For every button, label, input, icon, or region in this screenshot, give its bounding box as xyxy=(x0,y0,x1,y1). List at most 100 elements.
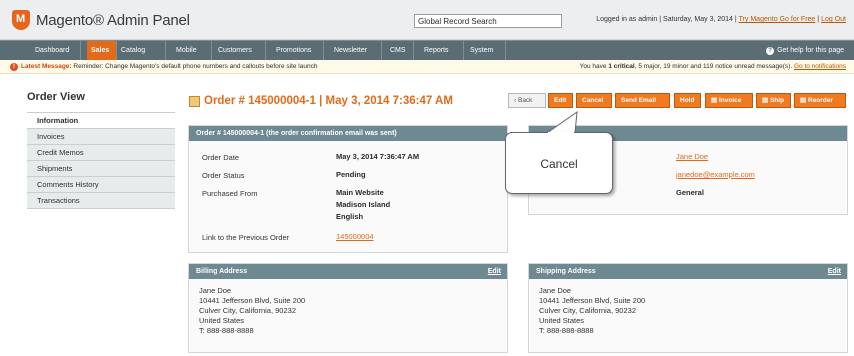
message-text: Reminder: Change Magento's default phone… xyxy=(73,63,318,70)
order-icon xyxy=(189,95,200,107)
nav-sales[interactable]: Sales xyxy=(87,41,117,60)
sidebar-item-transactions[interactable]: Transactions xyxy=(27,193,175,209)
billing-address-box: Billing Address Edit Jane Doe 10441 Jeff… xyxy=(188,263,508,353)
nav-promotions[interactable]: Promotions xyxy=(272,41,324,60)
magento-logo-icon xyxy=(12,10,30,30)
sidebar-title: Order View xyxy=(27,91,175,113)
reorder-button[interactable]: ▤ Reorder xyxy=(794,93,846,108)
billing-phone: T: 888-888-8888 xyxy=(199,326,254,335)
reorder-icon: ▤ xyxy=(800,97,808,104)
help-text: Get help for this page xyxy=(777,47,844,54)
cancel-callout: Cancel xyxy=(505,132,613,194)
nav-reports[interactable]: Reports xyxy=(420,41,464,60)
help-icon: ? xyxy=(766,47,775,55)
back-label: Back xyxy=(517,97,533,104)
shipping-name: Jane Doe xyxy=(539,286,572,295)
shipping-country: United States xyxy=(539,316,585,325)
billing-city: Culver City, California, 90232 xyxy=(199,306,296,315)
go-to-notifications-link[interactable]: Go to notifications xyxy=(794,63,846,70)
edit-button[interactable]: Edit xyxy=(548,93,573,108)
billing-edit-link[interactable]: Edit xyxy=(488,264,501,279)
ship-button[interactable]: ▤ Ship xyxy=(756,93,791,108)
try-magento-link[interactable]: Try Magento Go for Free xyxy=(739,16,816,23)
message-label: Latest Message: xyxy=(21,63,72,70)
system-message-bar: ! Latest Message: Reminder: Change Magent… xyxy=(0,60,854,74)
shipping-address-lines: Jane Doe 10441 Jefferson Blvd, Suite 200… xyxy=(539,286,645,336)
magento-logo[interactable]: Magento® Admin Panel xyxy=(12,10,190,30)
sidebar-item-shipments[interactable]: Shipments xyxy=(27,161,175,177)
purchased-from-website: Main Website xyxy=(336,188,384,197)
sidebar-item-invoices[interactable]: Invoices xyxy=(27,129,175,145)
customer-email-link[interactable]: janedoe@example.com xyxy=(676,170,755,179)
nav-mobile[interactable]: Mobile xyxy=(172,41,212,60)
ship-icon: ▤ xyxy=(762,97,770,104)
main-nav: Dashboard Sales Catalog Mobile Customers… xyxy=(0,40,854,60)
purchased-from-label: Purchased From xyxy=(202,189,258,198)
logo-text: Magento® Admin Panel xyxy=(36,11,190,29)
nav-system[interactable]: System xyxy=(466,41,506,60)
purchased-from-store: Madison Island xyxy=(336,200,391,209)
header-account-info: Logged in as admin | Saturday, May 3, 20… xyxy=(596,16,846,23)
previous-order-label: Link to the Previous Order xyxy=(202,233,290,242)
global-record-search-input[interactable]: Global Record Search xyxy=(414,14,562,28)
shipping-phone: T: 888-888-8888 xyxy=(539,326,594,335)
billing-street: 10441 Jefferson Blvd, Suite 200 xyxy=(199,296,306,305)
shipping-address-box: Shipping Address Edit Jane Doe 10441 Jef… xyxy=(528,263,848,353)
hold-button[interactable]: Hold xyxy=(674,93,701,108)
nav-dashboard[interactable]: Dashboard xyxy=(31,41,81,60)
page-title-text: Order # 145000004-1 | May 3, 2014 7:36:4… xyxy=(204,95,453,107)
latest-message: ! Latest Message: Reminder: Change Magent… xyxy=(10,60,317,74)
order-status-label: Order Status xyxy=(202,171,245,180)
shipping-edit-link[interactable]: Edit xyxy=(828,264,841,279)
billing-address-lines: Jane Doe 10441 Jefferson Blvd, Suite 200… xyxy=(199,286,305,336)
invoice-button[interactable]: ▤ Invoice xyxy=(705,93,753,108)
invoice-label: Invoice xyxy=(718,97,742,104)
sidebar-item-comments-history[interactable]: Comments History xyxy=(27,177,175,193)
nav-newsletter[interactable]: Newsletter xyxy=(330,41,382,60)
nav-cms[interactable]: CMS xyxy=(386,41,414,60)
order-info-header: Order # 145000004-1 (the order confirmat… xyxy=(189,126,507,141)
header: Magento® Admin Panel Global Record Searc… xyxy=(0,0,854,40)
logout-link[interactable]: Log Out xyxy=(821,16,846,23)
current-date: Saturday, May 3, 2014 xyxy=(663,16,733,23)
notification-summary: You have 1 critical, 5 major, 19 minor a… xyxy=(580,60,846,74)
notification-prefix: You have xyxy=(579,63,607,70)
shipping-street: 10441 Jefferson Blvd, Suite 200 xyxy=(539,296,646,305)
alert-icon: ! xyxy=(10,63,18,71)
purchased-from-view: English xyxy=(336,212,364,221)
shipping-address-header: Shipping Address Edit xyxy=(529,264,847,279)
billing-name: Jane Doe xyxy=(199,286,232,295)
sidebar-item-information[interactable]: Information xyxy=(27,113,175,129)
separator: | xyxy=(659,16,662,23)
send-email-button[interactable]: Send Email xyxy=(615,93,670,108)
shipping-city: Culver City, California, 90232 xyxy=(539,306,636,315)
cancel-button[interactable]: Cancel xyxy=(576,93,612,108)
separator: | xyxy=(734,16,737,23)
callout-text: Cancel xyxy=(540,157,578,171)
shipping-address-title: Shipping Address xyxy=(536,268,596,275)
order-view-sidebar: Order View Information Invoices Credit M… xyxy=(27,91,175,209)
order-info-box: Order # 145000004-1 (the order confirmat… xyxy=(188,125,508,253)
help-link[interactable]: ? Get help for this page xyxy=(766,41,844,60)
previous-order-link[interactable]: 145000004 xyxy=(336,232,374,241)
sidebar-item-credit-memos[interactable]: Credit Memos xyxy=(27,145,175,161)
critical-count: 1 critical xyxy=(608,63,635,70)
billing-country: United States xyxy=(199,316,245,325)
billing-address-title: Billing Address xyxy=(196,268,248,275)
nav-customers[interactable]: Customers xyxy=(214,41,266,60)
customer-name-link[interactable]: Jane Doe xyxy=(676,152,708,161)
order-status-value: Pending xyxy=(336,170,366,179)
order-date-value: May 3, 2014 7:36:47 AM xyxy=(336,152,420,161)
page-title: Order # 145000004-1 | May 3, 2014 7:36:4… xyxy=(189,95,453,107)
invoice-icon: ▤ xyxy=(711,97,719,104)
customer-group-value: General xyxy=(676,188,704,197)
separator: | xyxy=(817,16,820,23)
reorder-label: Reorder xyxy=(807,97,833,104)
order-date-label: Order Date xyxy=(202,153,240,162)
nav-catalog[interactable]: Catalog xyxy=(117,41,166,60)
back-button[interactable]: ‹ Back xyxy=(508,93,546,108)
billing-address-header: Billing Address Edit xyxy=(189,264,507,279)
ship-label: Ship xyxy=(769,97,785,104)
logged-in-text: Logged in as admin xyxy=(596,16,658,23)
notification-counts: , 5 major, 19 minor and 119 notice unrea… xyxy=(634,63,793,70)
